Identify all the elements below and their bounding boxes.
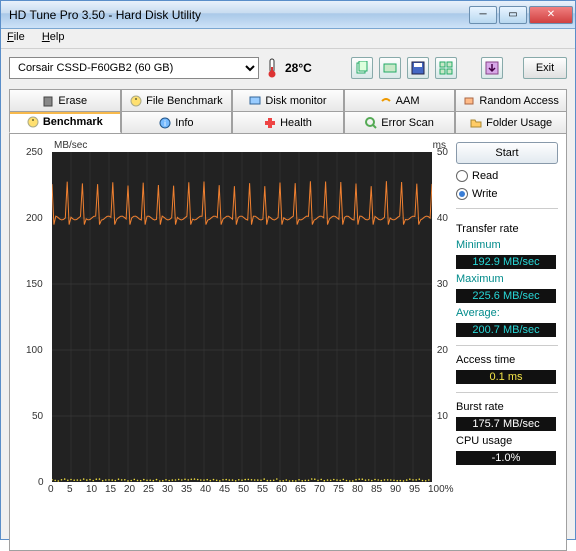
menu-file[interactable]: File — [7, 31, 25, 43]
tab-erase[interactable]: Erase — [9, 89, 121, 111]
transfer-rate-label: Transfer rate — [456, 223, 558, 235]
y-axis-left-label: MB/sec — [54, 140, 87, 151]
tab-random-access[interactable]: Random Access — [455, 89, 567, 111]
access-time-label: Access time — [456, 354, 558, 366]
content-pane: MB/sec ms 250 200 150 100 50 0 50 40 30 … — [9, 133, 567, 551]
chart-svg — [52, 152, 432, 482]
svg-text:i: i — [164, 119, 166, 128]
results-panel: Start Read Write Transfer rate Minimum 1… — [456, 142, 558, 542]
tab-aam[interactable]: AAM — [344, 89, 456, 111]
average-value: 200.7 MB/sec — [456, 323, 556, 337]
cpu-usage-label: CPU usage — [456, 435, 558, 447]
read-radio[interactable]: Read — [456, 170, 558, 182]
drive-select[interactable]: Corsair CSSD-F60GB2 (60 GB) — [9, 57, 259, 79]
average-label: Average: — [456, 307, 558, 319]
screenshot-button[interactable] — [379, 57, 401, 79]
close-button[interactable]: ✕ — [529, 6, 573, 24]
maximum-label: Maximum — [456, 273, 558, 285]
minimum-value: 192.9 MB/sec — [456, 255, 556, 269]
minimize-button[interactable]: ─ — [469, 6, 497, 24]
tab-folder-usage[interactable]: Folder Usage — [455, 111, 567, 133]
tab-disk-monitor[interactable]: Disk monitor — [232, 89, 344, 111]
menubar: File Help — [1, 29, 575, 49]
toolbar: Corsair CSSD-F60GB2 (60 GB) 28°C Exit — [1, 49, 575, 87]
tab-file-benchmark[interactable]: File Benchmark — [121, 89, 233, 111]
menu-help[interactable]: Help — [42, 31, 65, 43]
start-button[interactable]: Start — [456, 142, 558, 164]
tab-row-2: Benchmark iInfo Health Error Scan Folder… — [9, 111, 567, 133]
tab-health[interactable]: Health — [232, 111, 344, 133]
radio-icon — [456, 170, 468, 182]
tab-row-1: Erase File Benchmark Disk monitor AAM Ra… — [9, 89, 567, 111]
window-title: HD Tune Pro 3.50 - Hard Disk Utility — [9, 8, 469, 22]
tab-info[interactable]: iInfo — [121, 111, 233, 133]
write-radio[interactable]: Write — [456, 188, 558, 200]
access-time-value: 0.1 ms — [456, 370, 556, 384]
save-button[interactable] — [407, 57, 429, 79]
burst-rate-value: 175.7 MB/sec — [456, 417, 556, 431]
copy-info-button[interactable] — [351, 57, 373, 79]
radio-icon — [456, 188, 468, 200]
burst-rate-label: Burst rate — [456, 401, 558, 413]
maximum-value: 225.6 MB/sec — [456, 289, 556, 303]
minimum-label: Minimum — [456, 239, 558, 251]
thermometer-icon — [265, 58, 279, 78]
options-button[interactable] — [435, 57, 457, 79]
load-button[interactable] — [481, 57, 503, 79]
exit-button[interactable]: Exit — [523, 57, 567, 79]
titlebar: HD Tune Pro 3.50 - Hard Disk Utility ─ ▭… — [1, 1, 575, 29]
maximize-button[interactable]: ▭ — [499, 6, 527, 24]
cpu-usage-value: -1.0% — [456, 451, 556, 465]
tab-error-scan[interactable]: Error Scan — [344, 111, 456, 133]
benchmark-chart: MB/sec ms 250 200 150 100 50 0 50 40 30 … — [18, 142, 448, 542]
tab-benchmark[interactable]: Benchmark — [9, 111, 121, 133]
temperature-value: 28°C — [285, 61, 312, 75]
